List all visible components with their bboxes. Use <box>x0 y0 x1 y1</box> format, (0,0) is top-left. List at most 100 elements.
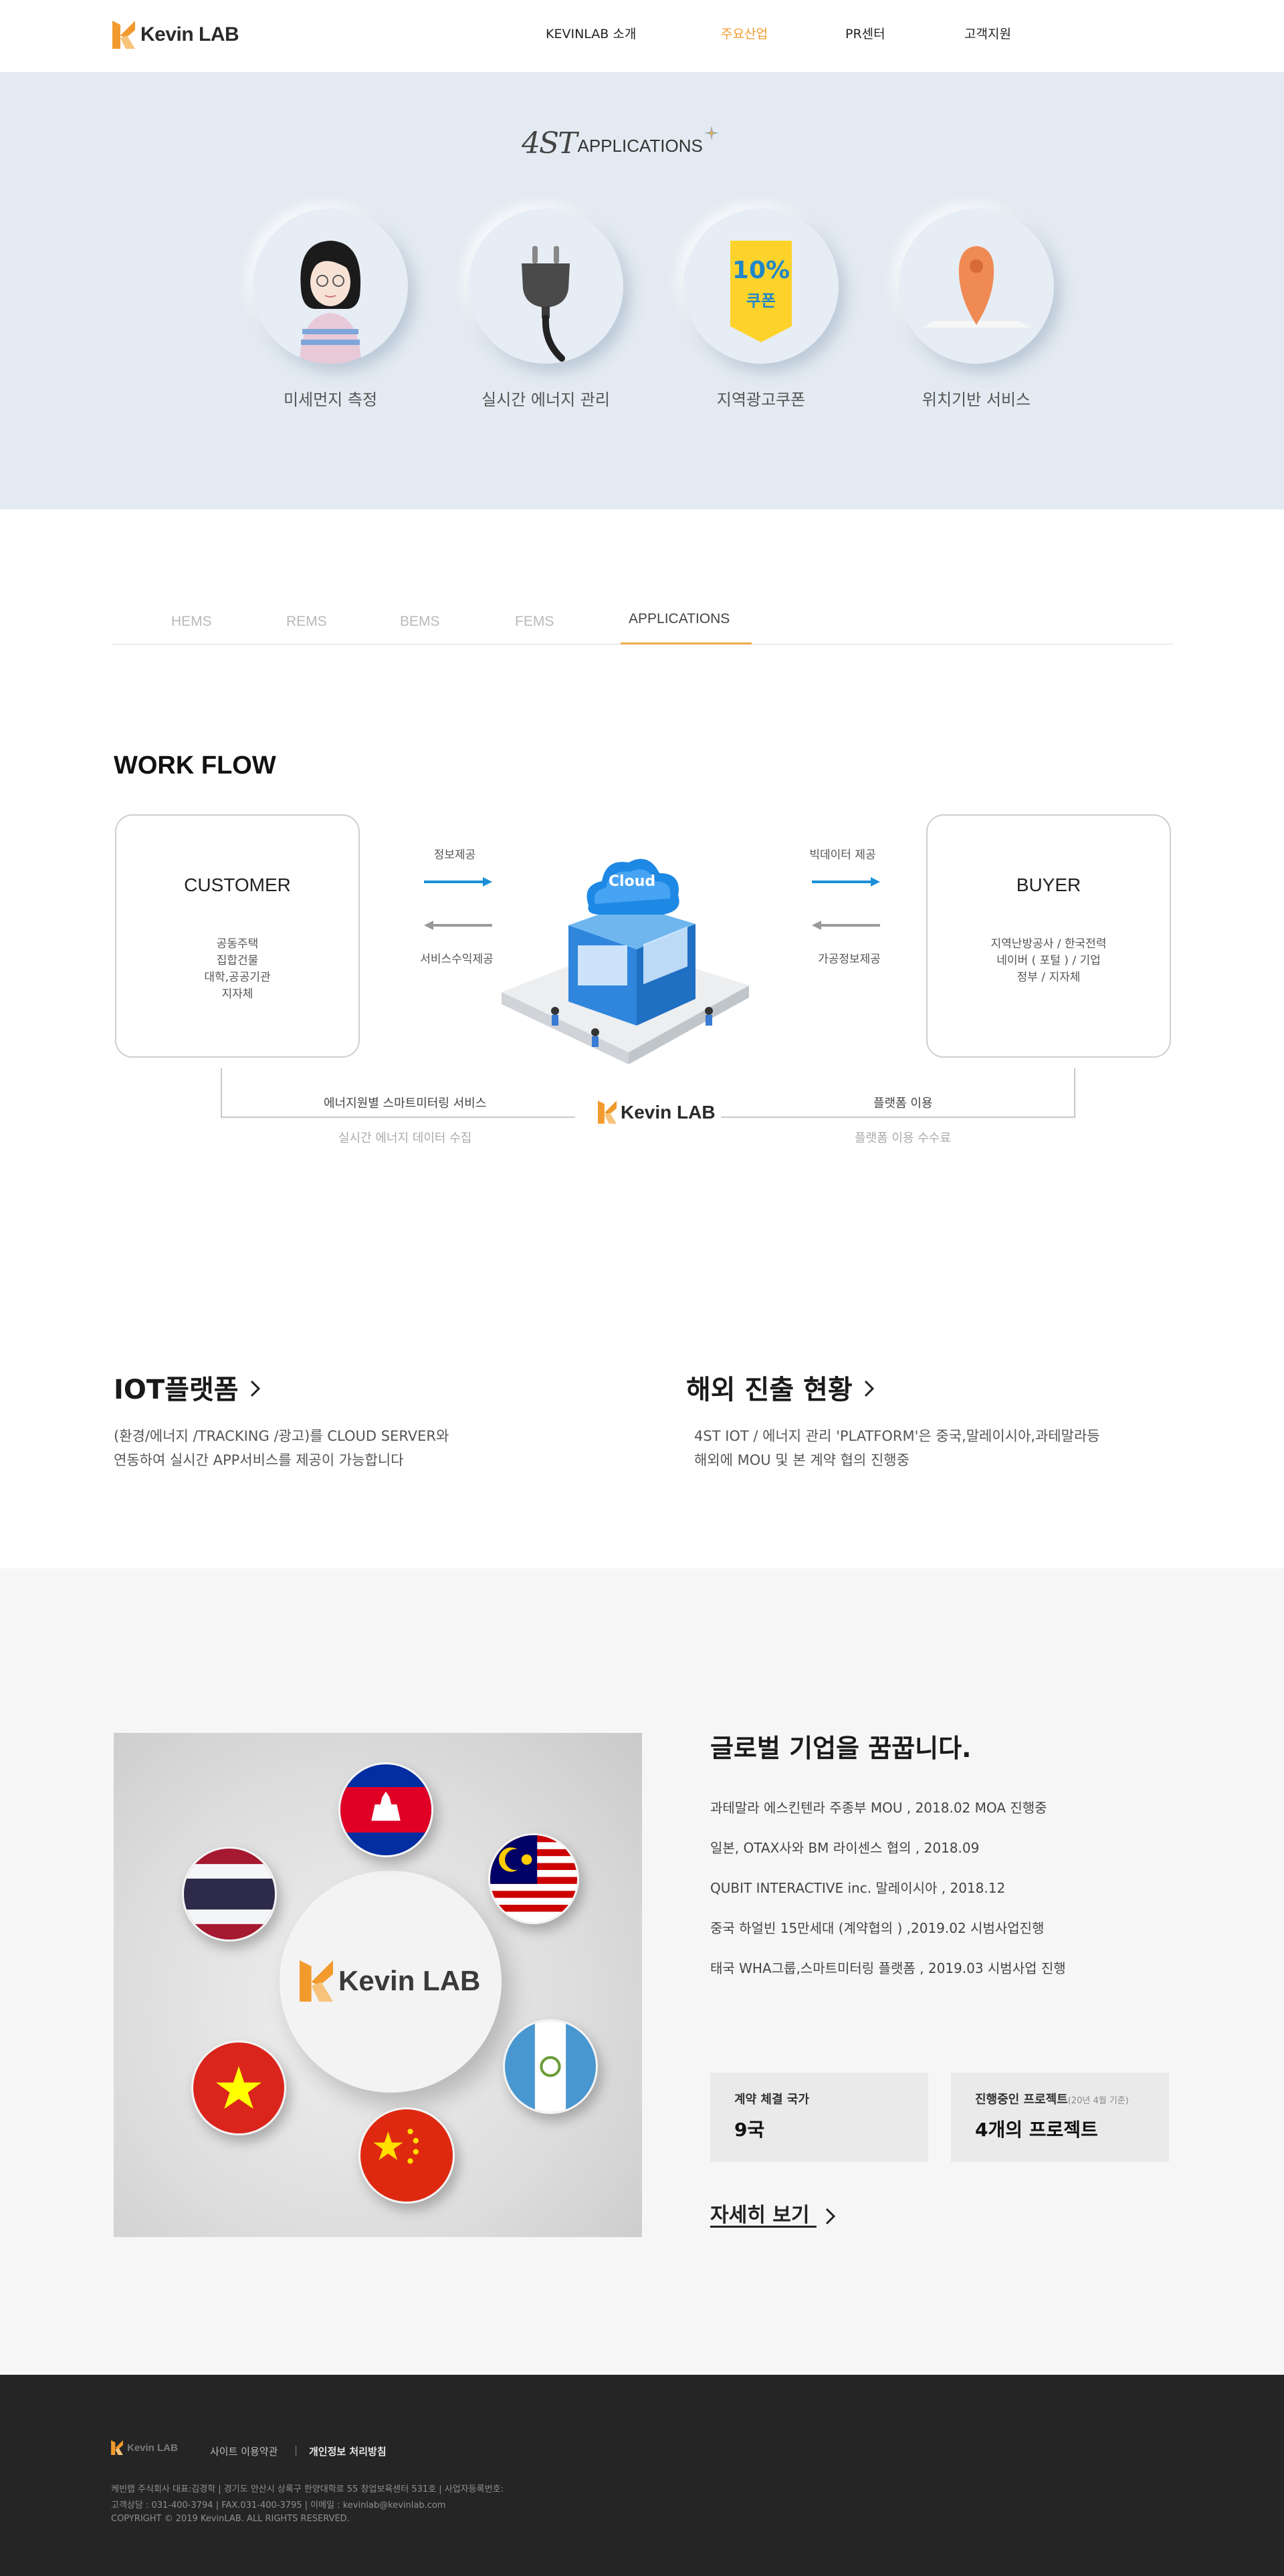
more-link[interactable]: 자세히 보기 <box>710 2198 838 2228</box>
cloud-label: Cloud <box>608 873 656 890</box>
tab-rems[interactable]: REMS <box>286 614 327 630</box>
chevron-right-icon <box>825 2208 836 2224</box>
app-label: 지역광고쿠폰 <box>716 390 806 409</box>
kevinlab-logo-icon <box>300 1960 333 2002</box>
cloud-platform-illustration: Cloud <box>488 832 762 1066</box>
stat-note: (20년 4월 기준) <box>1067 2096 1129 2106</box>
nav-about[interactable]: KEVINLAB 소개 <box>546 24 636 42</box>
left-arrow-icon <box>812 921 880 930</box>
kevinlab-logo-icon <box>112 21 135 49</box>
tab-applications[interactable]: APPLICATIONS <box>629 611 730 627</box>
location-pin-icon <box>899 209 1054 364</box>
customer-title: CUSTOMER <box>184 874 291 895</box>
bigdata-provide-label: 빅데이터 제공 <box>809 848 876 862</box>
metering-service-label: 에너지원별 스마트미터링 서비스 <box>324 1096 487 1110</box>
connector-line <box>1074 1068 1075 1118</box>
nav-pr-center[interactable]: PR센터 <box>845 24 885 42</box>
app-location[interactable]: 위치기반 서비스 <box>896 209 1057 410</box>
footer-logo[interactable]: Kevin LAB <box>111 2440 178 2455</box>
tab-hems[interactable]: HEMS <box>171 614 212 630</box>
platform-fee-label: 플랫폼 이용 수수료 <box>855 1131 951 1145</box>
connector-line <box>221 1068 222 1118</box>
overseas-description: 4ST IOT / 에너지 관리 'PLATFORM'은 중국,말레이시아,과테… <box>694 1424 1100 1472</box>
iot-platform-link[interactable]: IOT플랫폼 <box>114 1368 263 1407</box>
footer-terms-link[interactable]: 사이트 이용약관 <box>210 2444 278 2458</box>
stat-value: 9국 <box>734 2119 765 2141</box>
global-item: 일본, OTAX사와 BM 라이센스 협의 , 2018.09 <box>710 1840 980 1856</box>
tab-active-indicator <box>621 642 752 645</box>
global-title: 글로벌 기업을 꿈꿉니다. <box>710 1734 972 1763</box>
service-revenue-label: 서비스수익제공 <box>420 953 494 966</box>
site-footer <box>0 2375 1284 2576</box>
left-arrow-icon <box>424 921 492 930</box>
coupon-tag-icon: 10% 쿠폰 <box>683 209 839 364</box>
footer-company-info: 케빈랩 주식회사 대표:김경학 | 경기도 안산시 상록구 한양대학로 55 창… <box>111 2484 504 2494</box>
global-item: QUBIT INTERACTIVE inc. 말레이시아 , 2018.12 <box>710 1880 1006 1896</box>
connector-line <box>718 1117 1075 1118</box>
buyer-lines: 지역난방공사 / 한국전력 네이버 ( 포털 ) / 기업 정부 / 지자체 <box>928 936 1170 986</box>
vietnam-flag <box>191 2040 286 2135</box>
app-energy[interactable]: 실시간 에너지 관리 <box>465 209 626 410</box>
customer-box: CUSTOMER 공동주택 집합건물 대학,공공기관 지자체 <box>115 814 360 1058</box>
app-label: 위치기반 서비스 <box>922 390 1031 409</box>
kevinlab-logo-icon <box>111 2440 123 2455</box>
right-arrow-icon <box>424 877 492 887</box>
stat-label: 계약 체결 국가 <box>734 2093 809 2107</box>
footer-privacy-link[interactable]: 개인정보 처리방침 <box>309 2444 387 2458</box>
iot-line: (환경/에너지 /TRACKING /광고)를 CLOUD SERVER와 <box>114 1428 449 1444</box>
image-logo: Kevin LAB <box>300 1960 480 2002</box>
footer-copyright: COPYRIGHT © 2019 KevinLAB. ALL RIGHTS RE… <box>111 2514 350 2524</box>
overseas-link[interactable]: 해외 진출 현황 <box>686 1368 877 1407</box>
sparkle-icon <box>704 126 719 140</box>
global-flags-image: Kevin LAB <box>114 1733 642 2237</box>
nav-industries[interactable]: 주요산업 <box>721 24 768 42</box>
customer-line: 지자체 <box>221 987 253 1001</box>
tab-fems[interactable]: FEMS <box>515 614 554 630</box>
app-fine-dust[interactable]: 미세먼지 측정 <box>250 209 411 410</box>
more-label: 자세히 보기 <box>710 2204 810 2227</box>
coupon-percent: 10% <box>732 257 790 284</box>
footer-logo-text: Kevin LAB <box>127 2442 178 2454</box>
global-item: 과테말라 에스킨텐라 주종부 MOU , 2018.02 MOA 진행중 <box>710 1800 1047 1816</box>
global-item: 중국 하얼빈 15만세대 (계약협의 ) ,2019.02 시범사업진행 <box>710 1920 1045 1936</box>
right-arrow-icon <box>812 877 880 887</box>
customer-line: 공동주택 <box>216 937 259 951</box>
kevinlab-logo-icon <box>598 1100 617 1124</box>
china-flag <box>358 2107 455 2204</box>
app-coupon[interactable]: 10% 쿠폰 지역광고쿠폰 <box>681 209 841 410</box>
customer-line: 집합건물 <box>216 954 259 967</box>
stat-countries: 계약 체결 국가 9국 <box>710 2073 928 2162</box>
woman-avatar-icon <box>253 209 408 364</box>
overseas-line: 4ST IOT / 에너지 관리 'PLATFORM'은 중국,말레이시아,과테… <box>694 1428 1100 1444</box>
site-header: Kevin LAB KEVINLAB 소개 주요산업 PR센터 고객지원 <box>0 0 1284 72</box>
footer-divider: | <box>294 2444 298 2456</box>
app-label: 실시간 에너지 관리 <box>481 390 610 409</box>
global-item: 태국 WHA그룹,스마트미터링 플랫폼 , 2019.03 시범사업 진행 <box>710 1960 1066 1976</box>
iot-description: (환경/에너지 /TRACKING /광고)를 CLOUD SERVER와 연동… <box>114 1424 449 1472</box>
workflow-title: WORK FLOW <box>114 751 276 780</box>
buyer-line: 정부 / 지자체 <box>1016 971 1081 984</box>
chevron-right-icon <box>250 1380 260 1397</box>
logo-text: Kevin LAB <box>140 23 239 45</box>
nav-support[interactable]: 고객지원 <box>964 24 1011 42</box>
buyer-title: BUYER <box>1016 874 1081 895</box>
overseas-line: 해외에 MOU 및 본 계약 협의 진행중 <box>694 1452 909 1468</box>
site-logo[interactable]: Kevin LAB <box>112 20 239 49</box>
hero-title: 4ST APPLICATIONS <box>522 126 719 160</box>
power-plug-icon <box>468 209 623 364</box>
overseas-title: 해외 진출 현황 <box>686 1375 853 1405</box>
guatemala-flag <box>503 2019 598 2114</box>
customer-lines: 공동주택 집합건물 대학,공공기관 지자체 <box>116 936 358 1003</box>
image-logo-text: Kevin LAB <box>338 1965 481 1996</box>
buyer-box: BUYER 지역난방공사 / 한국전력 네이버 ( 포털 ) / 기업 정부 /… <box>926 814 1171 1058</box>
hero-title-applications: APPLICATIONS <box>577 136 703 156</box>
malaysia-flag <box>488 1833 579 1924</box>
platform-use-label: 플랫폼 이용 <box>873 1096 933 1110</box>
chevron-right-icon <box>864 1380 874 1397</box>
iot-line: 연동하여 실시간 APP서비스를 제공이 가능합니다 <box>114 1452 404 1468</box>
footer-contact-info: 고객상담 : 031-400-3794 | FAX.031-400-3795 |… <box>111 2500 446 2510</box>
stat-projects: 진행중인 프로젝트(20년 4월 기준) 4개의 프로젝트 <box>951 2073 1169 2162</box>
buyer-line: 지역난방공사 / 한국전력 <box>990 937 1107 951</box>
stat-label: 진행중인 프로젝트(20년 4월 기준) <box>975 2093 1129 2107</box>
tab-bems[interactable]: BEMS <box>400 614 440 630</box>
